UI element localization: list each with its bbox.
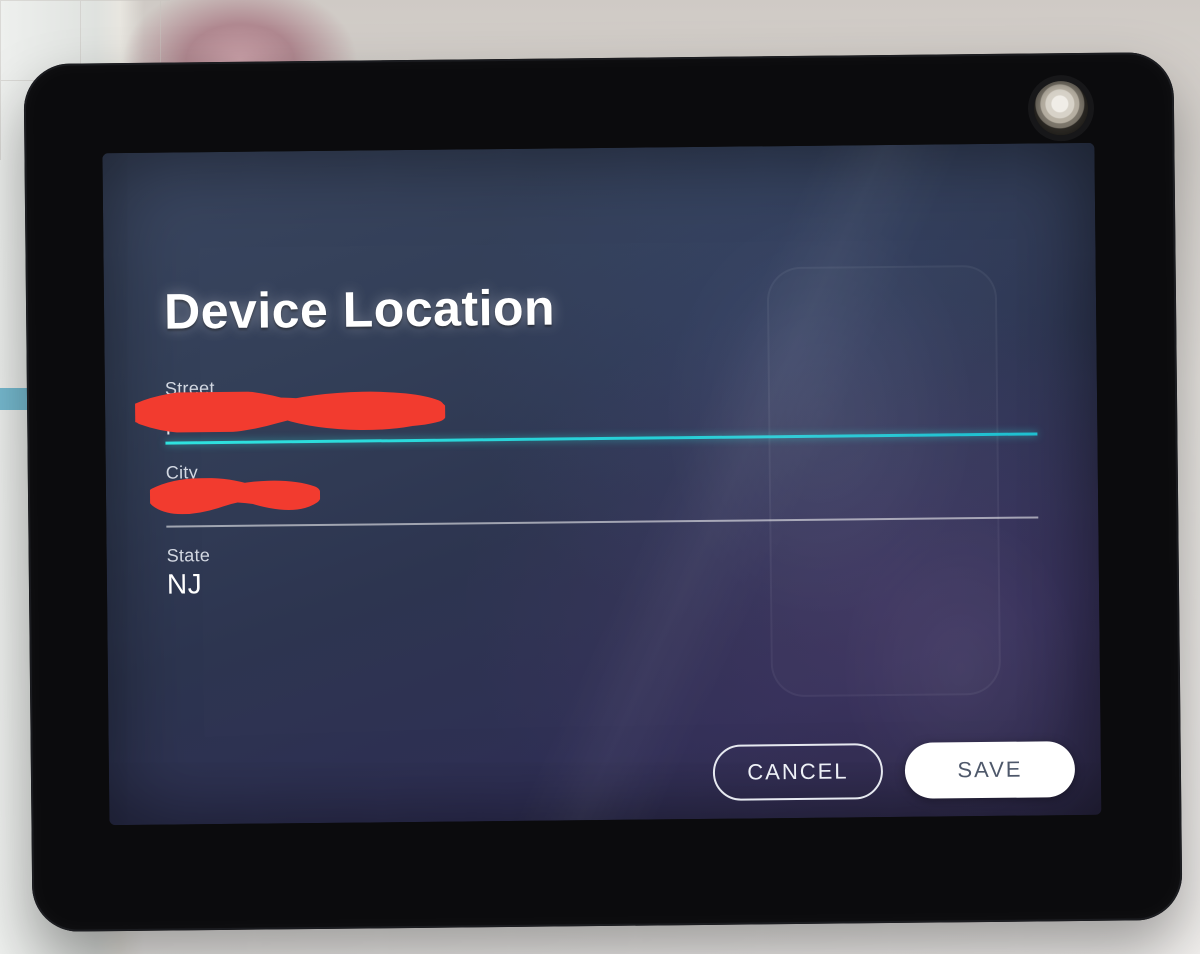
page-title: Device Location	[164, 273, 1037, 340]
city-field[interactable]: City	[166, 449, 1039, 527]
street-field[interactable]: Street	[165, 365, 1038, 444]
cancel-button[interactable]: CANCEL	[713, 743, 884, 801]
save-button[interactable]: SAVE	[905, 741, 1076, 799]
state-field[interactable]: State NJ	[166, 532, 1039, 602]
device-screen: Device Location Street City	[102, 143, 1101, 825]
city-input[interactable]	[166, 474, 1038, 519]
action-bar: CANCEL SAVE	[713, 741, 1076, 801]
camera-icon	[1034, 81, 1089, 136]
street-input[interactable]	[165, 390, 1037, 435]
state-input[interactable]: NJ	[167, 557, 1039, 602]
tablet-frame: Device Location Street City	[23, 52, 1182, 932]
street-underline	[165, 432, 1037, 444]
